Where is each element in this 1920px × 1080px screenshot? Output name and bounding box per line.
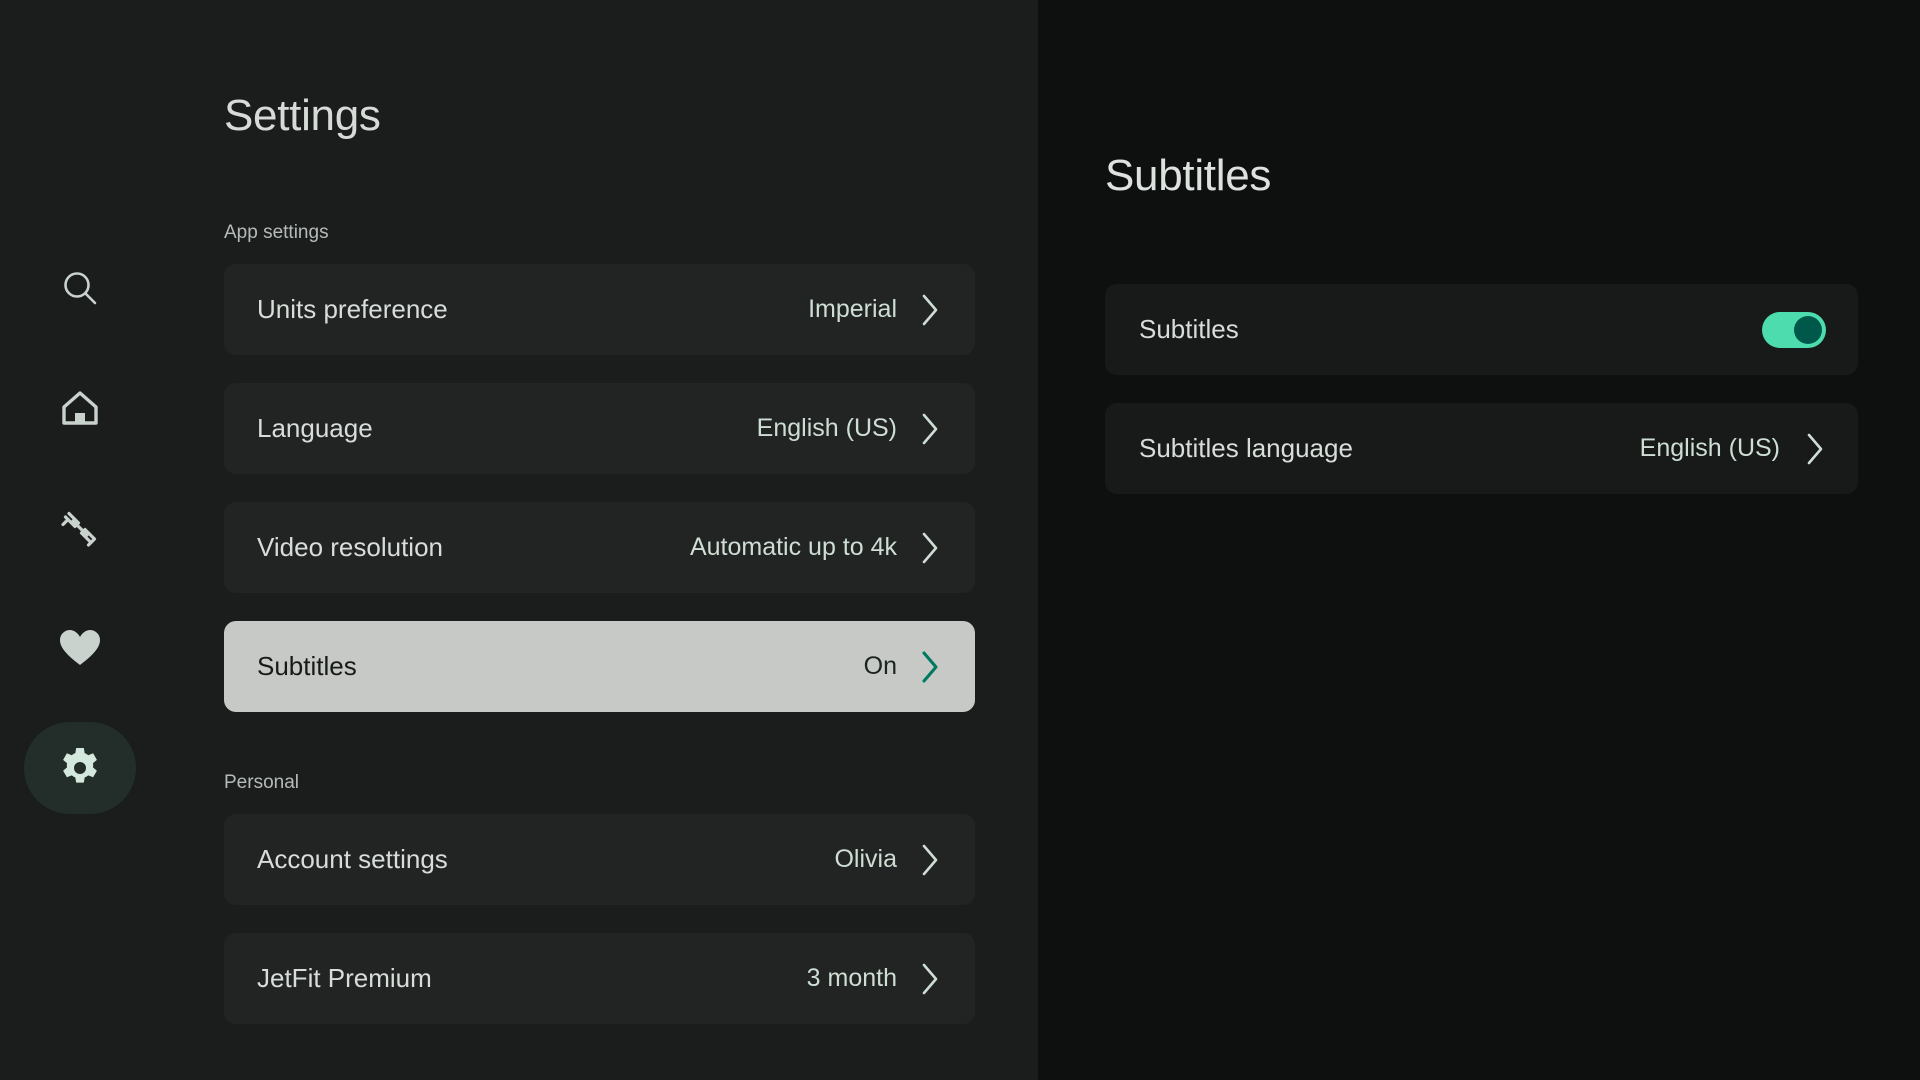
sidebar-nav (0, 0, 160, 1080)
row-value: Imperial (808, 295, 897, 323)
row-value: Automatic up to 4k (689, 533, 897, 561)
row-label: Video resolution (257, 532, 443, 562)
detail-row-subtitles-language[interactable]: Subtitles language English (US) (1105, 403, 1858, 494)
gear-icon (57, 745, 103, 791)
page-title: Settings (224, 91, 381, 140)
row-value: Olivia (834, 845, 897, 873)
sidebar-item-workouts[interactable] (24, 482, 136, 574)
row-video-resolution[interactable]: Video resolution Automatic up to 4k (224, 502, 975, 593)
detail-rows: Subtitles Subtitles language English (US… (1105, 284, 1920, 494)
chevron-right-icon (922, 844, 938, 875)
heart-icon (58, 628, 102, 668)
row-label: JetFit Premium (257, 963, 432, 993)
left-panel: Settings App settings Units preference I… (0, 0, 1038, 1080)
sidebar-item-favorites[interactable] (24, 602, 136, 694)
detail-panel-title: Subtitles (1105, 151, 1272, 200)
section-label-app-settings: App settings (224, 222, 329, 243)
detail-row-label: Subtitles (1139, 314, 1239, 344)
row-label: Units preference (257, 294, 448, 324)
row-label: Language (257, 413, 373, 443)
chevron-right-icon (922, 650, 938, 683)
settings-screen: Settings App settings Units preference I… (0, 0, 1920, 1080)
dumbbell-icon (58, 506, 102, 550)
chevron-right-icon (922, 294, 938, 325)
chevron-right-icon (922, 413, 938, 444)
row-jetfit-premium[interactable]: JetFit Premium 3 month (224, 933, 975, 1024)
detail-row-value: English (US) (1639, 434, 1780, 462)
row-label: Subtitles (257, 651, 357, 681)
chevron-right-icon (1807, 433, 1823, 464)
home-icon (58, 386, 102, 430)
right-panel: Subtitles Subtitles Subtitles language E… (1038, 0, 1920, 1080)
row-units-preference[interactable]: Units preference Imperial (224, 264, 975, 355)
toggle-knob (1794, 315, 1822, 344)
subtitles-toggle[interactable] (1762, 311, 1826, 348)
section-label-personal: Personal (224, 772, 299, 793)
row-subtitles[interactable]: Subtitles On (224, 621, 975, 712)
chevron-right-icon (922, 532, 938, 563)
row-language[interactable]: Language English (US) (224, 383, 975, 474)
detail-row-label: Subtitles language (1139, 433, 1353, 463)
sidebar-item-search[interactable] (24, 242, 136, 334)
search-icon (59, 267, 101, 309)
detail-row-subtitles[interactable]: Subtitles (1105, 284, 1858, 375)
row-value: On (863, 652, 897, 680)
sidebar-item-home[interactable] (24, 362, 136, 454)
row-value: 3 month (806, 964, 897, 992)
row-value: English (US) (756, 414, 897, 442)
sidebar-item-settings[interactable] (24, 722, 136, 814)
row-label: Account settings (257, 844, 448, 874)
settings-content: Settings App settings Units preference I… (224, 0, 984, 1052)
row-account-settings[interactable]: Account settings Olivia (224, 814, 975, 905)
chevron-right-icon (922, 963, 938, 994)
